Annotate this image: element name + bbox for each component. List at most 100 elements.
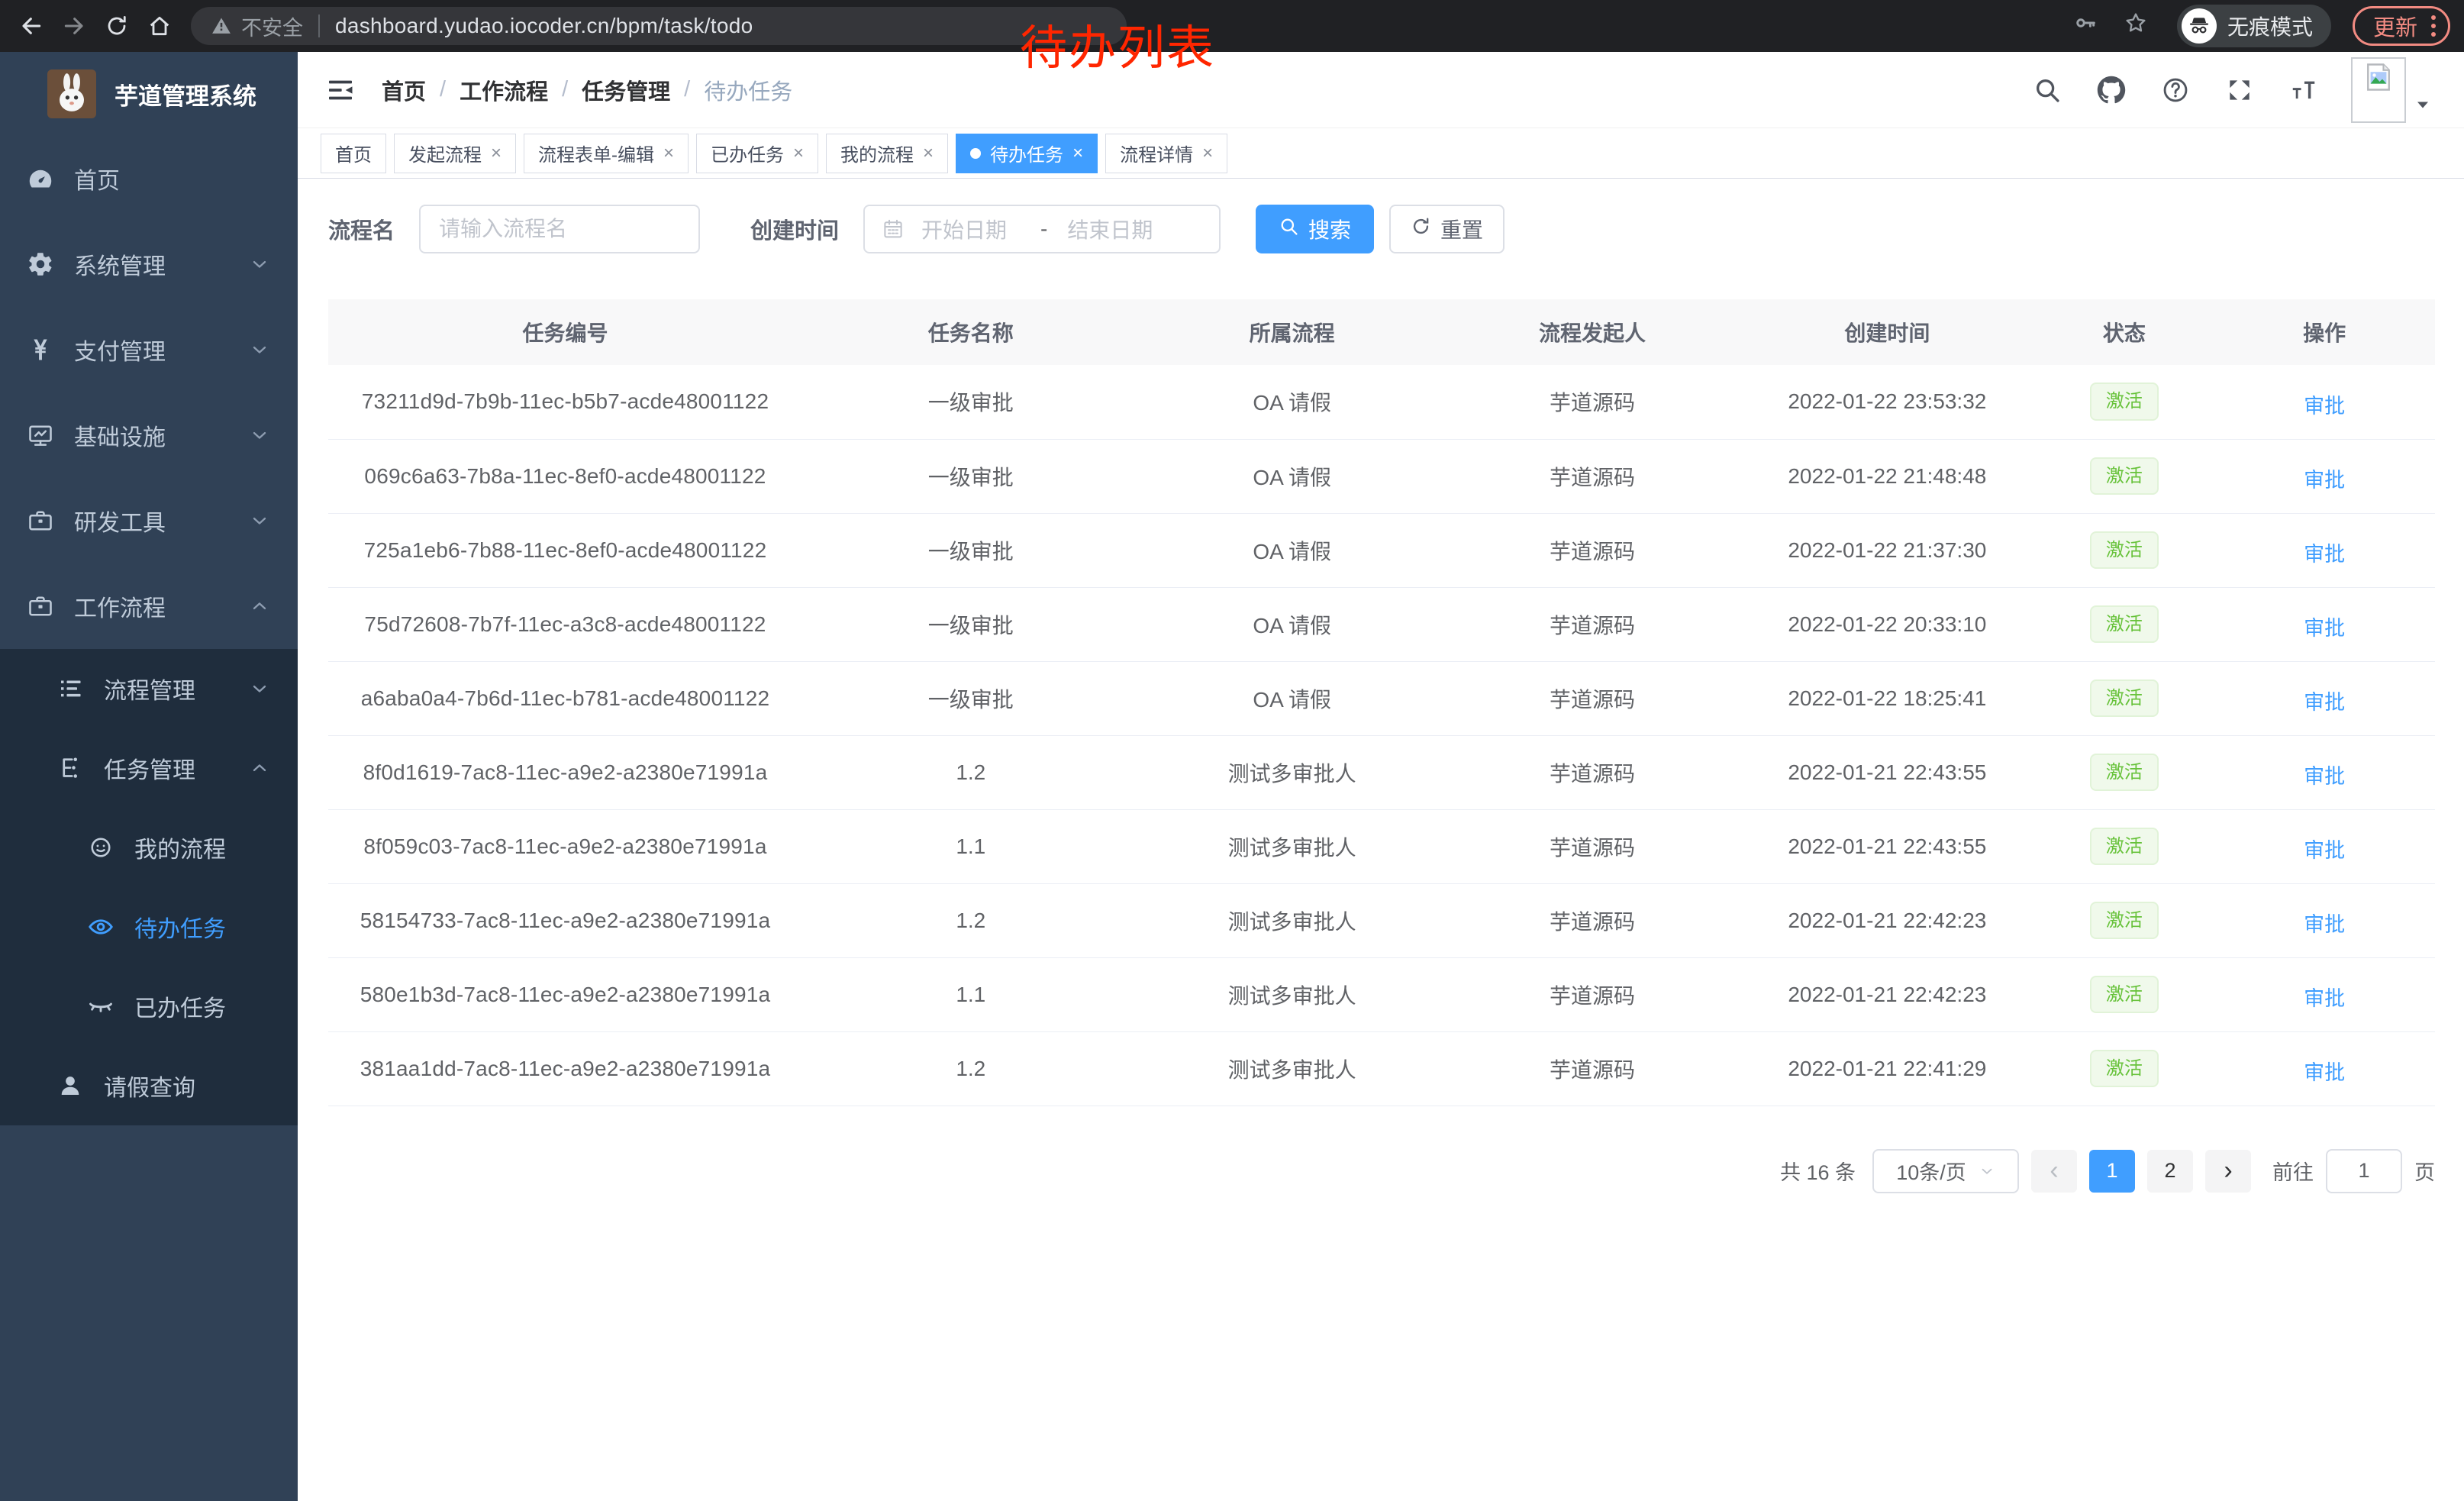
sidebar-item-infra[interactable]: 基础设施 (0, 392, 298, 478)
approve-link[interactable]: 审批 (2304, 686, 2345, 715)
tab-首页[interactable]: 首页 (321, 134, 386, 173)
sidebar-item-process-manage[interactable]: 流程管理 (0, 649, 298, 728)
breadcrumb-task-manage[interactable]: 任务管理 (582, 74, 670, 106)
date-range-picker[interactable]: 开始日期 - 结束日期 (863, 205, 1221, 253)
tab-close-icon[interactable]: × (793, 144, 804, 163)
page-jump-input[interactable] (2326, 1149, 2402, 1193)
tab-流程表单-编辑[interactable]: 流程表单-编辑 × (524, 134, 689, 173)
approve-link[interactable]: 审批 (2304, 612, 2345, 641)
tab-发起流程[interactable]: 发起流程 × (394, 134, 516, 173)
sidebar-item-task-manage[interactable]: 任务管理 (0, 728, 298, 808)
sidebar-item-done-task[interactable]: 已办任务 (0, 967, 298, 1046)
chevron-down-icon (249, 339, 270, 360)
cell-process: 测试多审批人 (1140, 735, 1445, 809)
approve-link[interactable]: 审批 (2304, 537, 2345, 567)
app-logo-row[interactable]: 芋道管理系统 (0, 52, 298, 136)
page-size-select[interactable]: 10条/页 (1872, 1149, 2019, 1193)
page-button-1[interactable]: 1 (2089, 1150, 2135, 1193)
cell-task-name: 1.2 (802, 883, 1140, 957)
breadcrumb-workflow[interactable]: 工作流程 (460, 74, 548, 106)
approve-link[interactable]: 审批 (2304, 982, 2345, 1012)
cell-starter: 芋道源码 (1445, 1031, 1740, 1106)
password-key-icon[interactable] (2073, 11, 2104, 41)
col-status: 状态 (2035, 299, 2214, 365)
bookmark-star-icon[interactable] (2124, 11, 2154, 41)
search-icon[interactable] (2030, 73, 2064, 107)
tab-我的流程[interactable]: 我的流程 × (826, 134, 948, 173)
fullscreen-icon[interactable] (2223, 73, 2256, 107)
cell-create-time: 2022-01-21 22:43:55 (1740, 735, 2034, 809)
eye-closed-icon (85, 991, 116, 1022)
cell-starter: 芋道源码 (1445, 513, 1740, 587)
tab-close-icon[interactable]: × (1072, 144, 1083, 163)
breadcrumb: 首页 / 工作流程 / 任务管理 / 待办任务 (382, 74, 792, 106)
tab-close-icon[interactable]: × (923, 144, 934, 163)
tab-已办任务[interactable]: 已办任务 × (696, 134, 818, 173)
approve-link[interactable]: 审批 (2304, 463, 2345, 493)
sidebar-item-workflow[interactable]: 工作流程 (0, 563, 298, 649)
approve-link[interactable]: 审批 (2304, 834, 2345, 863)
face-icon (85, 832, 116, 863)
url-bar[interactable]: 不安全 dashboard.yudao.iocoder.cn/bpm/task/… (191, 7, 1127, 45)
chevron-up-icon (249, 596, 270, 617)
cell-task-name: 1.2 (802, 1031, 1140, 1106)
cell-task-id: 58154733-7ac8-11ec-a9e2-a2380e71991a (328, 883, 802, 957)
sidebar-item-home[interactable]: 首页 (0, 136, 298, 221)
table-row: a6aba0a4-7b6d-11ec-b781-acde48001122 一级审… (328, 661, 2435, 735)
top-navbar: 首页 / 工作流程 / 任务管理 / 待办任务 (298, 52, 2464, 128)
sidebar-item-todo-task[interactable]: 待办任务 (0, 887, 298, 967)
process-name-input[interactable] (439, 217, 680, 241)
sidebar-item-payment[interactable]: 支付管理 (0, 307, 298, 392)
refresh-icon[interactable] (99, 8, 134, 44)
sidebar-item-devtools[interactable]: 研发工具 (0, 478, 298, 563)
tab-流程详情[interactable]: 流程详情 × (1105, 134, 1227, 173)
browser-menu-icon[interactable] (2431, 15, 2436, 37)
approve-link[interactable]: 审批 (2304, 760, 2345, 789)
avatar-caret-icon[interactable] (2414, 95, 2433, 115)
sidebar-item-system[interactable]: 系统管理 (0, 221, 298, 307)
tab-close-icon[interactable]: × (1202, 144, 1213, 163)
prev-page-button[interactable]: ‹ (2031, 1150, 2077, 1193)
cell-task-id: 8f059c03-7ac8-11ec-a9e2-a2380e71991a (328, 809, 802, 883)
approve-link[interactable]: 审批 (2304, 908, 2345, 938)
status-badge: 激活 (2090, 531, 2159, 570)
tab-待办任务[interactable]: 待办任务 × (956, 134, 1098, 173)
calendar-icon (882, 218, 905, 240)
search-button[interactable]: 搜索 (1256, 205, 1374, 253)
forward-icon[interactable] (56, 8, 92, 44)
status-badge: 激活 (2090, 828, 2159, 866)
tab-close-icon[interactable]: × (663, 144, 674, 163)
cell-task-id: a6aba0a4-7b6d-11ec-b781-acde48001122 (328, 661, 802, 735)
breadcrumb-home[interactable]: 首页 (382, 74, 426, 106)
approve-link[interactable]: 审批 (2304, 389, 2345, 419)
github-icon[interactable] (2095, 73, 2128, 107)
cell-task-name: 1.2 (802, 735, 1140, 809)
help-icon[interactable] (2159, 73, 2192, 107)
status-badge: 激活 (2090, 457, 2159, 495)
approve-link[interactable]: 审批 (2304, 1056, 2345, 1086)
avatar[interactable] (2351, 57, 2406, 123)
cell-create-time: 2022-01-21 22:42:23 (1740, 883, 2034, 957)
page-button-2[interactable]: 2 (2147, 1150, 2193, 1193)
cell-task-name: 1.1 (802, 957, 1140, 1031)
sidebar-collapse-icon[interactable] (318, 67, 363, 113)
reset-button[interactable]: 重置 (1389, 205, 1505, 253)
next-page-button[interactable]: › (2205, 1150, 2251, 1193)
incognito-icon (2182, 8, 2217, 44)
cell-task-id: 725a1eb6-7b88-11ec-8ef0-acde48001122 (328, 513, 802, 587)
cell-process: 测试多审批人 (1140, 957, 1445, 1031)
sidebar-item-leave-query[interactable]: 请假查询 (0, 1046, 298, 1125)
font-size-icon[interactable] (2287, 73, 2320, 107)
home-icon[interactable] (142, 8, 177, 44)
cell-process: OA 请假 (1140, 587, 1445, 661)
cell-starter: 芋道源码 (1445, 365, 1740, 439)
update-button[interactable]: 更新 (2353, 6, 2450, 46)
start-date-placeholder: 开始日期 (921, 214, 1036, 244)
chevron-down-icon (1979, 1163, 1995, 1180)
tab-close-icon[interactable]: × (491, 144, 502, 163)
chevron-up-icon (249, 757, 270, 779)
table-row: 580e1b3d-7ac8-11ec-a9e2-a2380e71991a 1.1… (328, 957, 2435, 1031)
col-task-id: 任务编号 (328, 299, 802, 365)
back-icon[interactable] (14, 8, 49, 44)
sidebar-item-my-process[interactable]: 我的流程 (0, 808, 298, 887)
